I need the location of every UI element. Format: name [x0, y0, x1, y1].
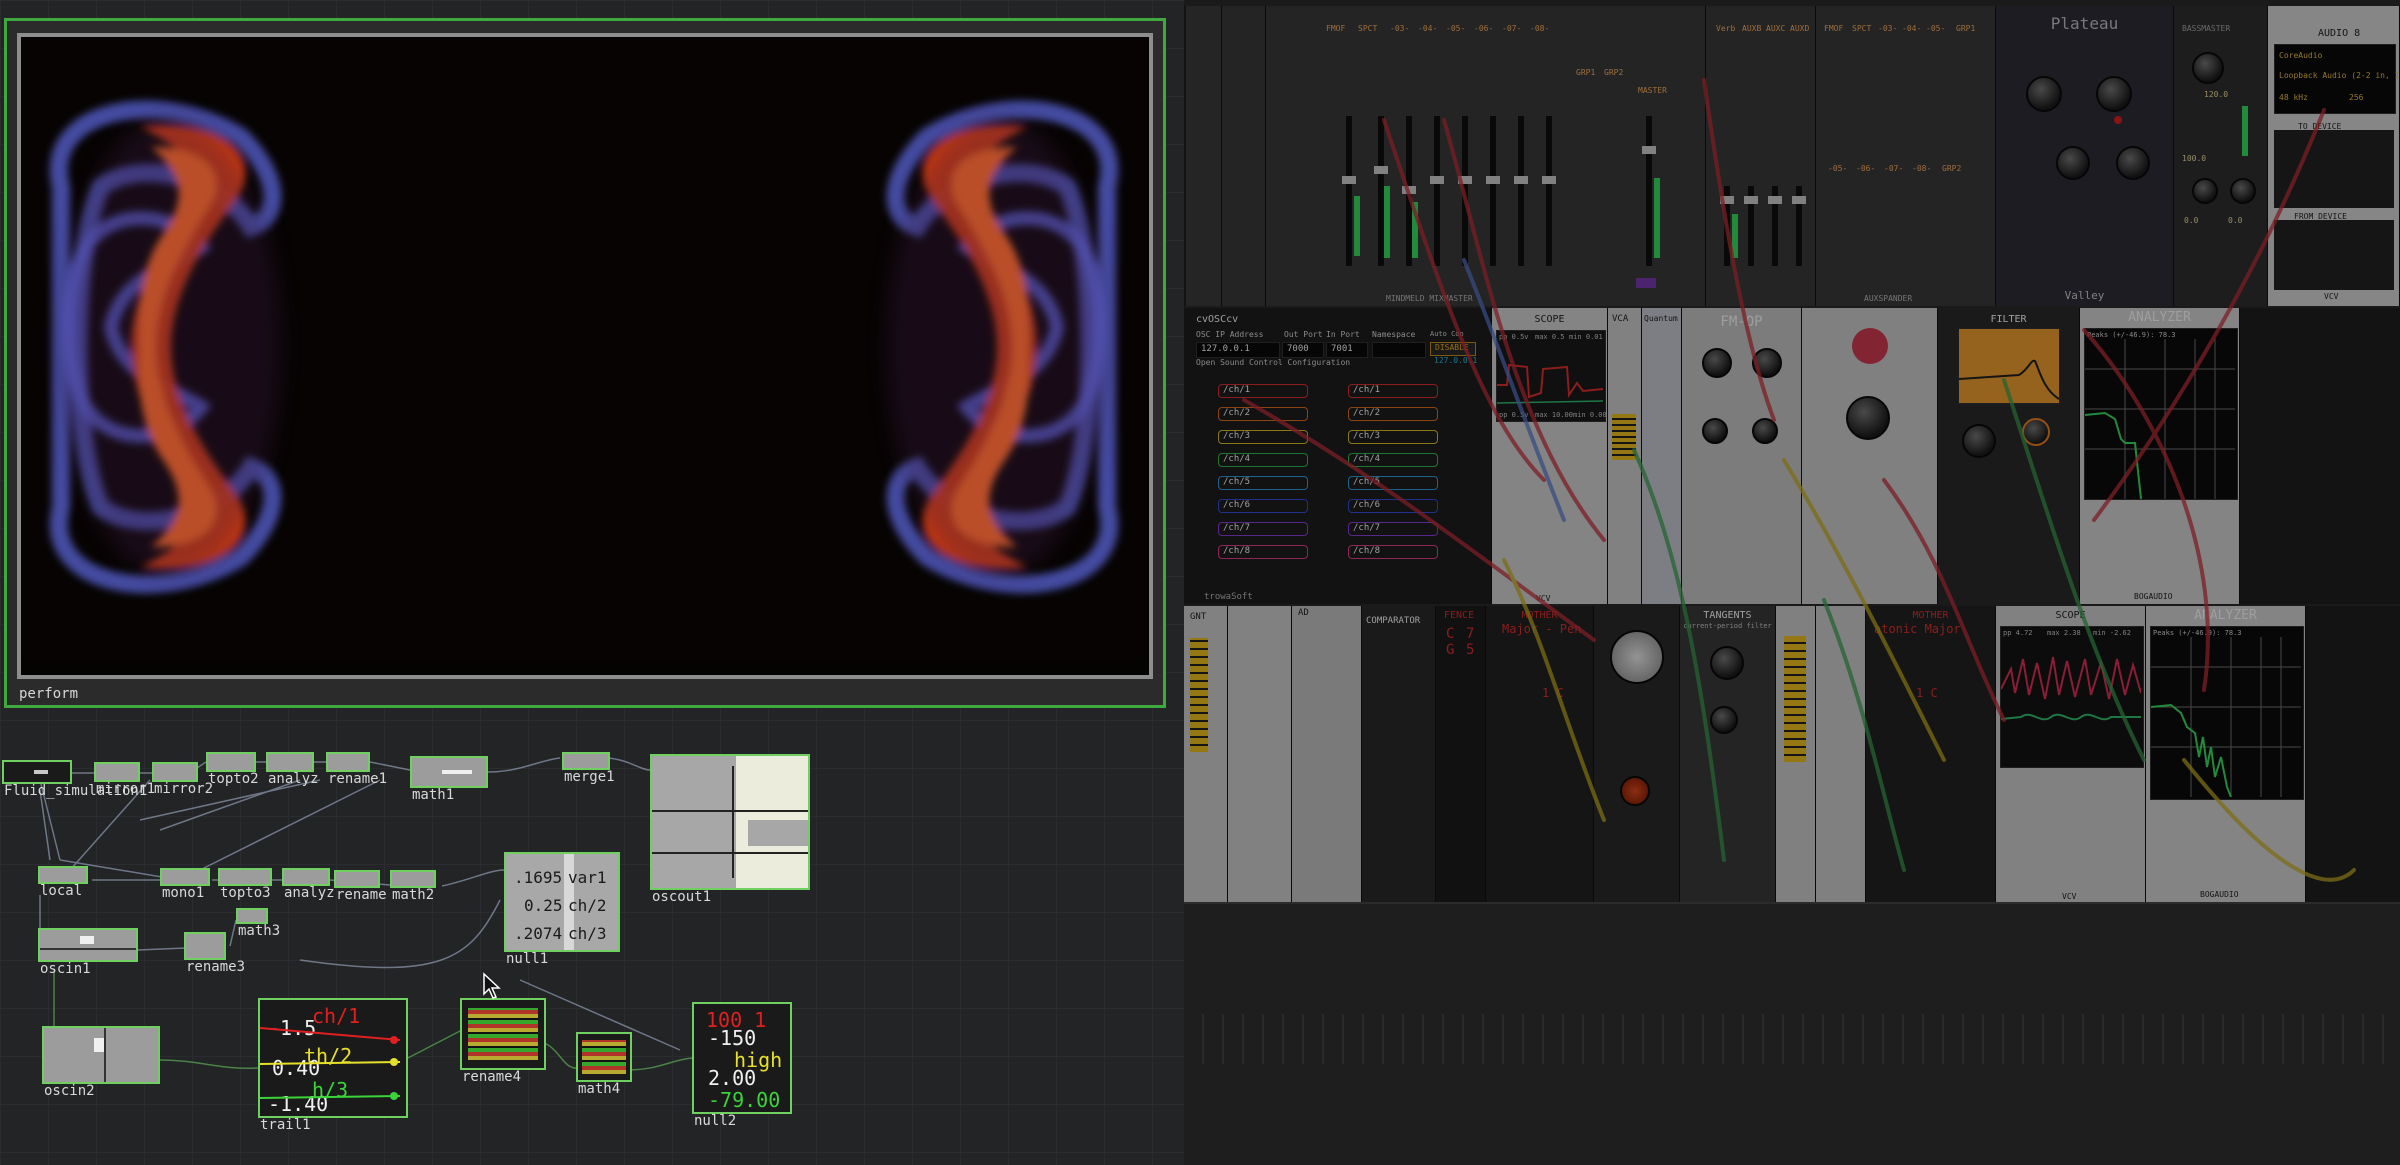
null1-value-3: .2074 — [514, 924, 563, 943]
node-label: math4 — [578, 1081, 621, 1097]
node-preview — [104, 1028, 106, 1082]
rename3-node[interactable]: rename3 — [184, 932, 245, 975]
null2-text: 2.00 — [708, 1066, 757, 1090]
null1-value-2: 0.25 — [524, 896, 563, 915]
trail-graph — [260, 1027, 401, 1100]
math1-node[interactable]: math1 — [410, 756, 488, 803]
node-label: math1 — [412, 787, 455, 803]
node-preview — [582, 1040, 626, 1074]
mirror1-node[interactable]: mirror1 — [94, 762, 155, 797]
node-preview — [652, 852, 808, 854]
null1-name-2: ch/2 — [568, 896, 607, 915]
node-label: rename4 — [462, 1069, 522, 1085]
math4-node[interactable]: math4 — [576, 1032, 632, 1097]
trail1-node[interactable]: ch/1 -1.5 th/2 0.40 h/3 -1.40 trail1 — [258, 998, 408, 1133]
rack-rail — [1184, 1014, 2400, 1064]
node-label: analyz — [284, 885, 335, 901]
local-node[interactable]: local — [38, 866, 88, 899]
oscout1-node[interactable]: oscout1 — [650, 754, 810, 905]
node-label: rename1 — [328, 771, 388, 787]
node-label: null1 — [506, 951, 549, 967]
null2-text: -150 — [708, 1026, 757, 1050]
node-preview — [652, 810, 808, 812]
node-label: oscin1 — [40, 961, 91, 977]
topto2-node[interactable]: topto2 — [206, 752, 259, 787]
rename2-node[interactable]: rename — [334, 870, 387, 903]
mirror2-node[interactable]: mirror2 — [152, 762, 213, 797]
null1-name-3: ch/3 — [568, 924, 607, 943]
node-label: mono1 — [162, 885, 205, 901]
oscin1-node[interactable]: oscin1 — [38, 928, 138, 977]
merge1-node[interactable]: merge1 — [562, 752, 615, 785]
null1-value-1: .1695 — [514, 868, 563, 887]
empty-rack-area[interactable] — [1184, 904, 2400, 1165]
node-preview — [732, 766, 734, 878]
node-label: rename — [336, 887, 387, 903]
rename4-node[interactable]: rename4 — [460, 998, 546, 1085]
node-label: topto2 — [208, 771, 259, 787]
node-preview — [442, 770, 472, 774]
mono1-node[interactable]: mono1 — [160, 868, 210, 901]
null1-node[interactable]: .1695 var1 0.25 ch/2 .2074 ch/3 null1 — [504, 852, 620, 967]
vcv-rack[interactable]: FMOF SPCT -03- -04- -05- -06- -07- -08- … — [1184, 0, 2400, 1165]
node-label: mirror1 — [96, 781, 156, 797]
mouse-cursor-icon — [483, 972, 501, 999]
topto3-node[interactable]: topto3 — [218, 868, 272, 901]
node-label: math2 — [392, 887, 435, 903]
touchdesigner-network-editor[interactable]: perform Fluid_simulation1 mirror1 mirror… — [0, 0, 1184, 1165]
node-label: null2 — [694, 1113, 737, 1129]
node-label: rename3 — [186, 959, 246, 975]
math2-node[interactable]: math2 — [390, 870, 436, 903]
null2-text: -79.00 — [708, 1088, 781, 1112]
node-label: oscout1 — [652, 889, 712, 905]
rename1-node[interactable]: rename1 — [326, 752, 387, 787]
node-label: merge1 — [564, 769, 615, 785]
oscin2-node[interactable]: oscin2 — [42, 1026, 160, 1099]
math3-node[interactable]: math3 — [236, 908, 280, 939]
null1-name-1: var1 — [568, 868, 607, 887]
node-label: local — [40, 883, 83, 899]
node-preview — [40, 948, 136, 950]
analyze-node[interactable]: analyz — [266, 752, 319, 787]
node-label: mirror2 — [154, 781, 214, 797]
analyze2-node[interactable]: analyz — [282, 868, 335, 901]
null2-node[interactable]: 100 1 -150 high 2.00 -79.00 null2 — [692, 1002, 792, 1129]
node-label: analyz — [268, 771, 319, 787]
node-label: trail1 — [260, 1117, 311, 1133]
node-preview — [748, 820, 808, 846]
node-preview — [80, 936, 94, 944]
network-wires — [39, 757, 693, 1071]
fluid-simulation-node[interactable]: Fluid_simulation1 — [2, 760, 147, 799]
node-preview — [34, 770, 48, 774]
node-label: topto3 — [220, 885, 271, 901]
node-preview — [468, 1008, 538, 1060]
node-label: oscin2 — [44, 1083, 95, 1099]
node-label: math3 — [238, 923, 281, 939]
